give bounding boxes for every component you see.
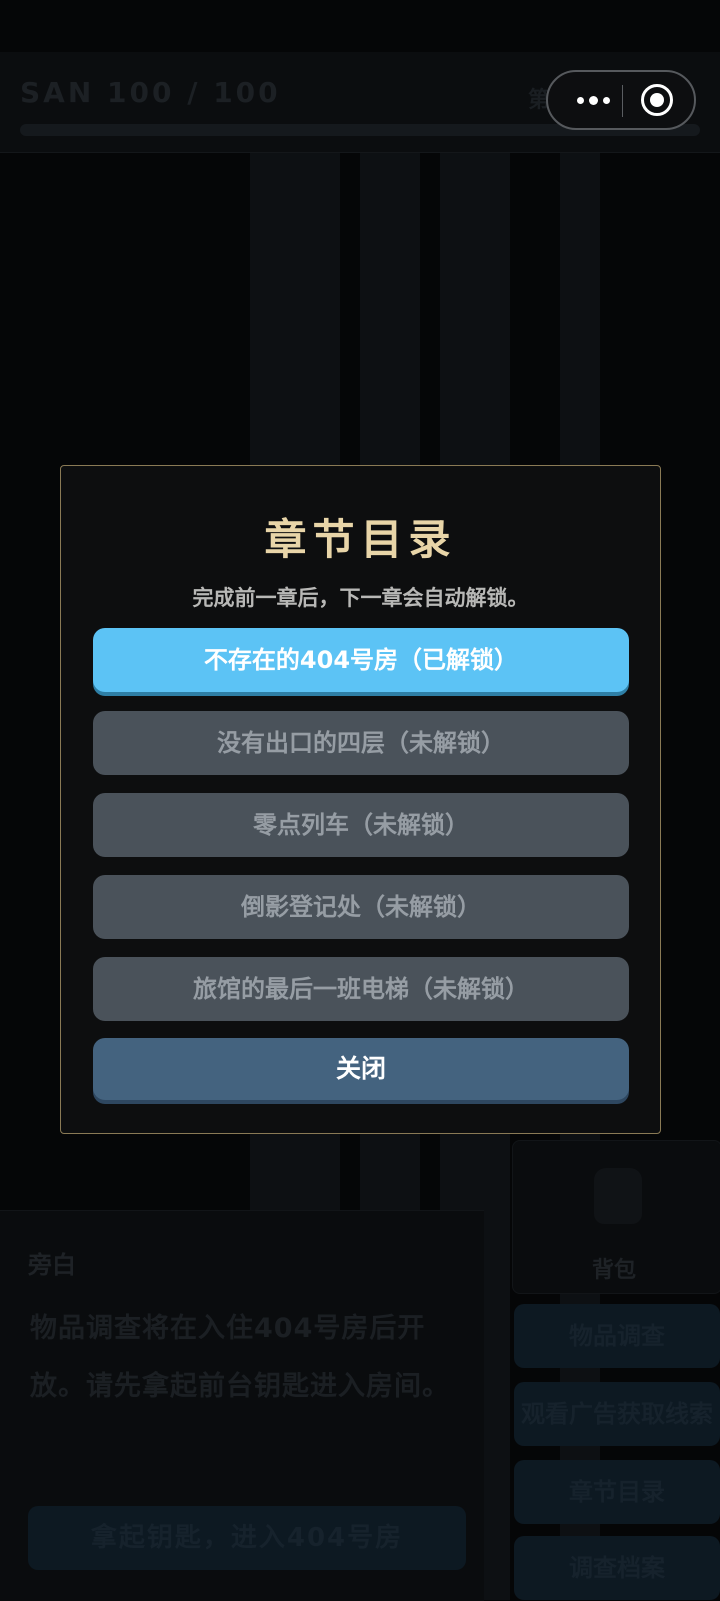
chapter-1-button[interactable]: 不存在的404号房（已解锁）: [93, 628, 629, 692]
item-investigation-button[interactable]: 物品调查: [514, 1304, 720, 1368]
investigation-file-button[interactable]: 调查档案: [514, 1536, 720, 1600]
chapter-2-button[interactable]: 没有出口的四层（未解锁）: [93, 711, 629, 775]
target-circle-icon[interactable]: [641, 84, 673, 116]
san-readout: SAN 100 / 100: [20, 76, 281, 109]
narration-speaker: 旁白: [28, 1251, 76, 1279]
dialog-title: 章节目录: [264, 515, 457, 564]
narration-text: 物品调查将在入住404号房后开放。请先拿起前台钥匙进入房间。: [30, 1313, 450, 1402]
close-button[interactable]: 关闭: [93, 1038, 629, 1100]
more-dots-icon[interactable]: [564, 80, 622, 120]
take-key-button[interactable]: 拿起钥匙，进入404号房: [28, 1506, 466, 1570]
chapter-list-button[interactable]: 章节目录: [514, 1460, 720, 1524]
chapter-3-button[interactable]: 零点列车（未解锁）: [93, 793, 629, 857]
dialog-subtitle: 完成前一章后，下一章会自动解锁。: [192, 586, 529, 610]
backpack-label: 背包: [592, 1258, 637, 1283]
backpack-icon: [594, 1168, 642, 1224]
chapter-4-button[interactable]: 倒影登记处（未解锁）: [93, 875, 629, 939]
chapter-list-dialog: 章节目录 完成前一章后，下一章会自动解锁。 不存在的404号房（已解锁） 没有出…: [60, 465, 661, 1134]
capsule-divider: [622, 85, 623, 117]
chapter-5-button[interactable]: 旅馆的最后一班电梯（未解锁）: [93, 957, 629, 1021]
watch-ad-clue-button[interactable]: 观看广告获取线索: [514, 1382, 720, 1446]
miniprogram-capsule: [546, 70, 696, 130]
